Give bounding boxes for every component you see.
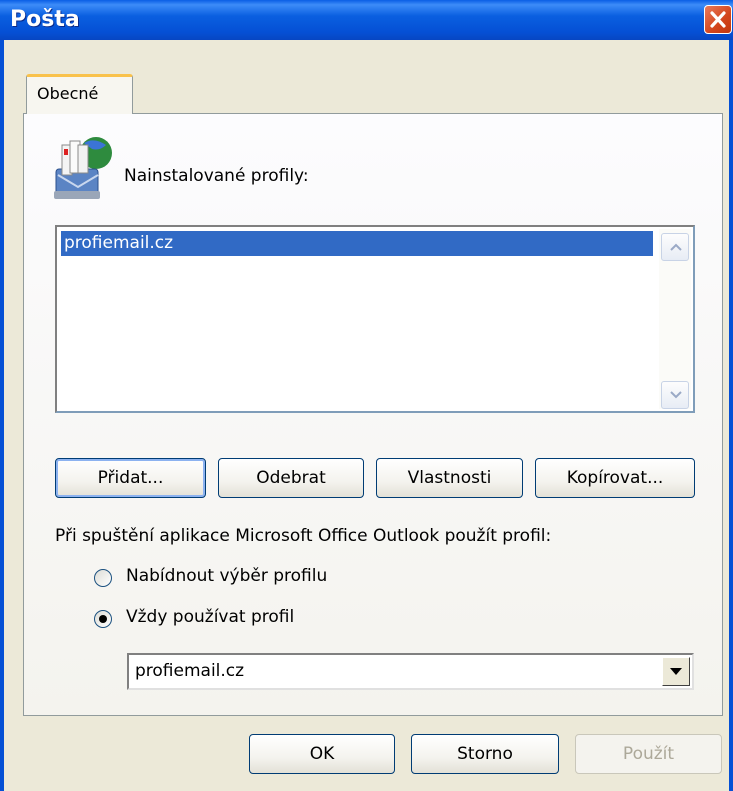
profile-combobox[interactable]: profiemail.cz <box>127 653 694 690</box>
close-button[interactable] <box>704 5 732 34</box>
add-button[interactable]: Přidat... <box>55 458 206 498</box>
always-use-profile-radio[interactable] <box>94 610 112 628</box>
chevron-down-icon <box>670 391 682 399</box>
scroll-up-button[interactable] <box>661 233 689 261</box>
list-item-label: profiemail.cz <box>64 233 174 253</box>
remove-button-label: Odebrat <box>256 468 326 488</box>
dropdown-button[interactable] <box>662 657 690 686</box>
title-bar[interactable]: Pošta <box>0 0 733 40</box>
ok-button[interactable]: OK <box>249 734 395 774</box>
apply-button-label: Použít <box>622 744 675 764</box>
cancel-button-label: Storno <box>457 744 513 764</box>
window-title: Pošta <box>10 7 80 32</box>
apply-button[interactable]: Použít <box>575 734 722 774</box>
chevron-up-icon <box>670 243 682 251</box>
radio-selected-dot <box>99 615 107 623</box>
prompt-profile-label[interactable]: Nabídnout výběr profilu <box>126 566 327 586</box>
profile-combobox-value: profiemail.cz <box>135 661 245 681</box>
properties-button[interactable]: Vlastnosti <box>376 458 523 498</box>
profiles-listbox[interactable]: profiemail.cz <box>55 225 695 413</box>
properties-button-label: Vlastnosti <box>407 468 492 488</box>
mail-profile-icon <box>54 137 112 199</box>
profiles-heading: Nainstalované profily: <box>124 166 309 186</box>
vertical-scrollbar[interactable] <box>659 229 691 409</box>
add-button-label: Přidat... <box>97 468 164 488</box>
copy-button-label: Kopírovat... <box>566 468 664 488</box>
close-icon <box>710 11 726 28</box>
prompt-profile-radio[interactable] <box>94 569 112 587</box>
cancel-button[interactable]: Storno <box>411 734 559 774</box>
chevron-down-icon <box>670 668 682 675</box>
remove-button[interactable]: Odebrat <box>218 458 364 498</box>
list-item[interactable]: profiemail.cz <box>61 231 653 256</box>
ok-button-label: OK <box>309 744 335 764</box>
scroll-down-button[interactable] <box>661 381 689 409</box>
always-use-profile-label[interactable]: Vždy používat profil <box>126 607 294 627</box>
tab-general-label: Obecné <box>37 84 99 103</box>
tab-general[interactable]: Obecné <box>26 74 133 114</box>
startup-profile-label: Při spuštění aplikace Microsoft Office O… <box>55 526 552 546</box>
copy-button[interactable]: Kopírovat... <box>535 458 695 498</box>
